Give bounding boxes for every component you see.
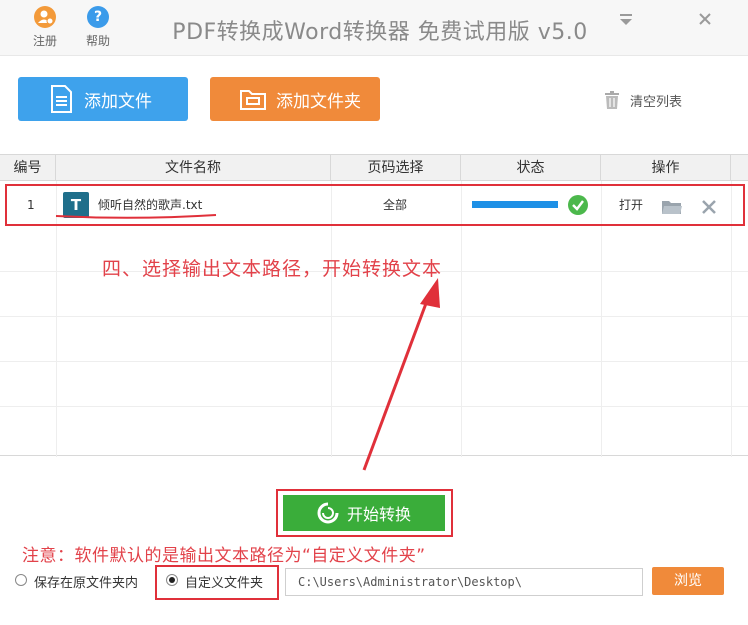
column-header-actions: 操作 bbox=[601, 155, 731, 181]
add-folder-label: 添加文件夹 bbox=[276, 91, 361, 112]
open-button[interactable]: 打开 bbox=[619, 186, 643, 224]
refresh-icon bbox=[317, 502, 339, 524]
column-header-filename: 文件名称 bbox=[56, 155, 331, 181]
remove-icon[interactable] bbox=[700, 193, 718, 215]
progress-bar bbox=[472, 201, 558, 208]
row-index: 1 bbox=[27, 198, 35, 212]
note-annotation: 注意：软件默认的是输出文本路径为“自定义文件夹” bbox=[22, 546, 426, 566]
trash-icon bbox=[604, 90, 620, 110]
document-icon bbox=[46, 84, 76, 114]
column-header-scroll bbox=[731, 155, 748, 181]
title-bar: 注册 ? 帮助 PDF转换成Word转换器 免费试用版 v5.0 bbox=[0, 0, 748, 56]
browse-button[interactable]: 浏览 bbox=[652, 567, 724, 595]
option-save-original-label[interactable]: 保存在原文件夹内 bbox=[34, 572, 138, 591]
start-convert-label: 开始转换 bbox=[346, 505, 411, 524]
register-button[interactable]: 注册 bbox=[25, 6, 65, 49]
register-label: 注册 bbox=[32, 34, 57, 48]
add-file-label: 添加文件 bbox=[84, 91, 152, 112]
option-custom-folder-label[interactable]: 自定义文件夹 bbox=[185, 572, 263, 591]
open-folder-icon[interactable] bbox=[661, 193, 683, 215]
column-header-pages: 页码选择 bbox=[331, 155, 461, 181]
table-header: 编号 文件名称 页码选择 状态 操作 bbox=[0, 155, 748, 181]
user-icon bbox=[34, 6, 56, 28]
clear-list-label: 清空列表 bbox=[630, 94, 683, 110]
clear-list-button[interactable]: 清空列表 bbox=[604, 90, 682, 110]
red-underline bbox=[55, 214, 217, 219]
annotation-arrow-icon bbox=[362, 278, 440, 471]
radio-custom-folder[interactable] bbox=[166, 574, 178, 586]
app-title: PDF转换成Word转换器 免费试用版 v5.0 bbox=[172, 20, 588, 45]
question-icon: ? bbox=[87, 6, 109, 28]
close-icon[interactable] bbox=[694, 8, 716, 30]
add-file-button[interactable]: 添加文件 bbox=[18, 77, 188, 121]
output-path-input[interactable] bbox=[285, 568, 643, 596]
folder-icon bbox=[238, 84, 268, 114]
row-pages[interactable]: 全部 bbox=[383, 186, 407, 224]
add-folder-button[interactable]: 添加文件夹 bbox=[210, 77, 380, 121]
radio-save-original[interactable] bbox=[15, 574, 27, 586]
minimize-icon[interactable] bbox=[615, 8, 637, 30]
help-label: 帮助 bbox=[85, 34, 110, 48]
column-header-status: 状态 bbox=[461, 155, 601, 181]
help-button[interactable]: ? 帮助 bbox=[78, 6, 118, 49]
check-circle-icon bbox=[568, 195, 588, 215]
start-convert-button[interactable]: 开始转换 bbox=[283, 495, 445, 531]
column-header-index: 编号 bbox=[0, 155, 56, 181]
